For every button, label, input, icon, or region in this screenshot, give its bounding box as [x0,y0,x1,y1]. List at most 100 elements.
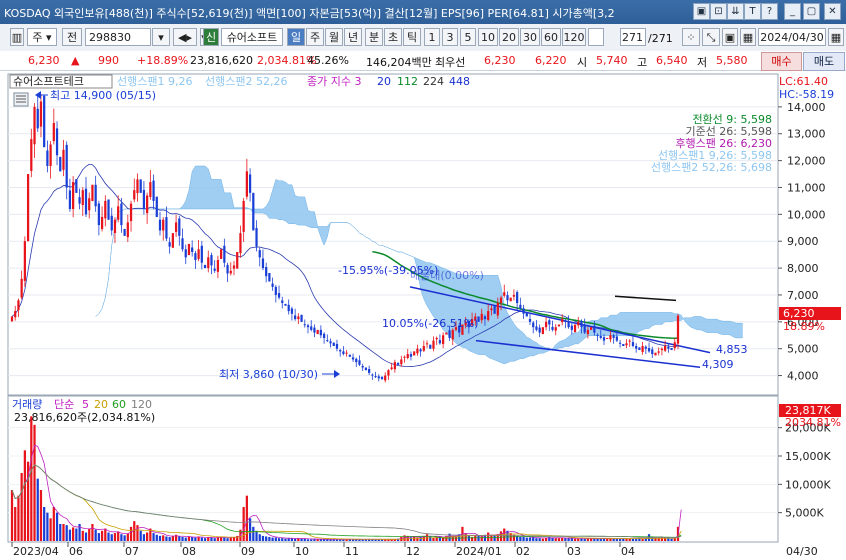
candle-body [657,351,660,353]
stock-name[interactable]: 슈어소프트 [221,28,283,46]
volume-bar [499,531,503,541]
interval-5-button[interactable]: 5 [460,28,476,46]
date-tick-label: 02 [516,545,530,558]
window-pin-icon[interactable]: ⇊ [727,3,744,20]
stock-code-input[interactable]: 298830 [85,28,151,46]
candle-body [615,336,618,341]
candle-body [577,321,580,326]
volume-bar [152,533,155,541]
period-weekly-button[interactable]: 주 [306,28,324,46]
candle-body [158,219,162,231]
calendar-icon[interactable]: ▦ [828,28,844,46]
candle-body [660,348,664,351]
candle-body [17,300,20,311]
code-dropdown-icon[interactable]: ▾ [152,28,170,46]
candle-body [332,342,335,347]
price-tick-label: 14,000 [787,101,826,114]
candle-body [676,315,680,344]
candle-body [149,182,152,197]
drawing-tool-icon[interactable]: ⤡ [702,28,720,46]
candle-body [483,316,487,320]
candle-body [535,326,538,330]
low-label: 저 [697,56,708,69]
volume-bar [229,537,232,541]
candle-body [223,245,226,263]
candle-body [213,268,216,271]
volume-bar [107,532,110,541]
volume-bar [59,524,62,541]
candle-body [355,358,358,363]
help-icon[interactable]: ? [761,3,778,20]
interval-20-button[interactable]: 20 [499,28,519,46]
maximize-button[interactable]: ▢ [803,3,820,20]
volume-bar [294,538,297,541]
date-input[interactable]: 2024/04/30 [758,28,826,46]
window-text-icon[interactable]: T [744,3,761,20]
buy-button[interactable]: 매수 [761,52,802,71]
volume-bar [602,538,606,541]
date-tick-label: 10 [295,545,309,558]
candle-body [162,219,165,231]
candle-body [84,188,88,215]
interval-30-button[interactable]: 30 [520,28,540,46]
candle-body [651,349,654,355]
volume-bar [75,528,78,541]
layout-icon[interactable]: ▥ [10,28,24,46]
candle-body [75,179,78,193]
volume-bar [303,538,306,541]
market-select[interactable]: 주 ▾ [27,28,57,46]
period-monthly-button[interactable]: 월 [325,28,343,46]
interval-120-button[interactable]: 120 [562,28,586,46]
candle-body [432,340,435,349]
sell-button[interactable]: 매도 [803,52,845,71]
candle-body [194,253,197,261]
save-icon[interactable]: ▣ [722,28,738,46]
speaker-icon[interactable]: ◀▸ [173,28,197,46]
count-input[interactable]: 271 [620,28,646,46]
interval-custom-input[interactable] [588,28,604,46]
volume-bar [477,535,480,541]
volume-current-value: 23,816,620주(2,034.81%) [14,411,155,424]
candle-body [14,311,17,318]
stock-chart[interactable]: 14,000 13,000 12,000 11,000 10,000 9,000 8,000… [0,71,846,560]
ichimoku-legend-item: 선행스팬2 52,26: 5,698 [651,161,772,174]
candle-body [438,340,442,344]
candle-body [200,245,203,263]
candle-body [609,335,612,340]
calendar-toggle-icon[interactable]: ▦ [740,28,756,46]
candle-body [586,329,590,335]
interval-10-button[interactable]: 10 [478,28,498,46]
candle-body [97,203,100,226]
period-second-button[interactable]: 초 [384,28,402,46]
volume-bar [664,538,667,541]
chart-tool-icon[interactable]: ⁘ [682,28,700,46]
candle-body [593,325,596,333]
volume-tick-label: 10,000K [785,478,831,491]
interval-60-button[interactable]: 60 [541,28,561,46]
interval-1-button[interactable]: 1 [424,28,440,46]
candle-body [33,106,36,145]
close-button[interactable]: ✕ [824,3,841,20]
all-button[interactable]: 전 [62,28,82,46]
volume-bar [23,450,26,541]
candle-body [541,327,544,335]
interval-3-button[interactable]: 3 [442,28,458,46]
period-minute-button[interactable]: 분 [365,28,383,46]
volume-ma-label: 단순 [54,398,74,411]
candle-body [506,295,509,301]
minimize-button[interactable]: _ [784,3,801,20]
volume-tick-label: 5,000K [785,507,824,520]
volume-bar [155,534,158,541]
volume-bar [142,534,146,541]
date-tick-label: 06 [69,545,83,558]
candle-body [448,330,451,338]
candle-body [229,270,232,274]
period-tick-button[interactable]: 틱 [403,28,421,46]
candle-body [628,340,631,342]
period-yearly-button[interactable]: 년 [344,28,362,46]
window-menu-icon[interactable]: ▣ [693,3,710,20]
volume-bar [65,525,68,541]
window-capture-icon[interactable]: ⊡ [710,3,727,20]
period-daily-button[interactable]: 일 [287,28,305,46]
candle-body [400,359,403,365]
